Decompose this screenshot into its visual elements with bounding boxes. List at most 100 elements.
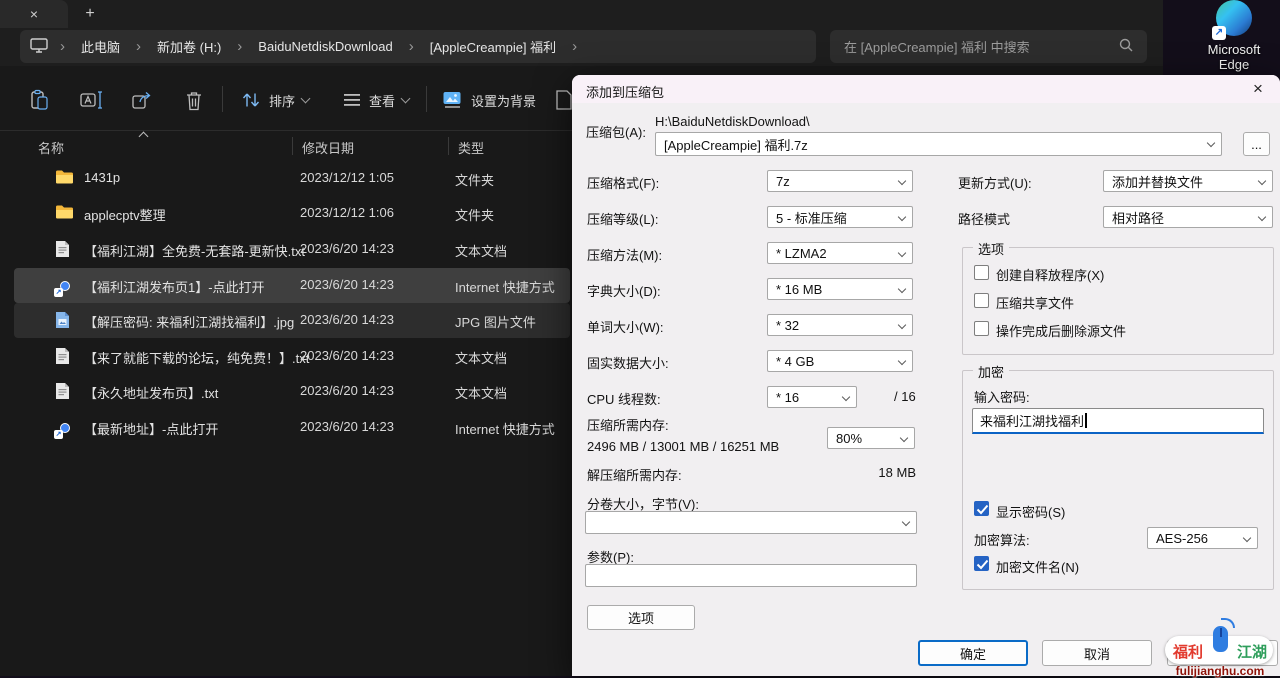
encryption-method-combobox[interactable]: AES-256 xyxy=(1147,527,1258,549)
solid-size-combobox[interactable]: * 4 GB xyxy=(767,350,913,372)
file-name: 【永久地址发布页】.txt xyxy=(84,383,218,402)
file-date: 2023/12/12 1:06 xyxy=(300,205,394,220)
compress-shared-checkbox[interactable] xyxy=(974,293,989,308)
encrypt-names-label: 加密文件名(N) xyxy=(996,557,1079,576)
memory-percent-combobox[interactable]: 80% xyxy=(827,427,915,449)
file-type: Internet 快捷方式 xyxy=(455,277,555,296)
text-caret xyxy=(1085,413,1087,428)
file-date: 2023/12/12 1:05 xyxy=(300,170,394,185)
file-row[interactable]: applecptv整理 2023/12/12 1:06 文件夹 xyxy=(14,196,570,231)
memory-percent-value: 80% xyxy=(836,431,862,446)
file-type: 文件夹 xyxy=(455,170,494,189)
file-row[interactable]: 【永久地址发布页】.txt 2023/6/20 14:23 文本文档 xyxy=(14,374,570,409)
new-tab-button[interactable]: + xyxy=(78,2,102,26)
breadcrumb-drive[interactable]: 新加卷 (H:) xyxy=(153,35,225,58)
update-mode-label: 更新方式(U): xyxy=(958,173,1032,192)
column-divider[interactable] xyxy=(292,137,293,155)
address-bar[interactable]: › 此电脑 › 新加卷 (H:) › BaiduNetdiskDownload … xyxy=(20,30,816,63)
column-header-type[interactable]: 类型 xyxy=(458,138,484,157)
folder-icon xyxy=(56,205,74,223)
file-type: JPG 图片文件 xyxy=(455,312,536,331)
level-label: 压缩等级(L): xyxy=(587,209,659,228)
update-mode-combobox[interactable]: 添加并替换文件 xyxy=(1103,170,1273,192)
path-mode-combobox[interactable]: 相对路径 xyxy=(1103,206,1273,228)
ok-button[interactable]: 确定 xyxy=(918,640,1028,666)
column-header-date[interactable]: 修改日期 xyxy=(302,138,354,157)
breadcrumb-folder[interactable]: BaiduNetdiskDownload xyxy=(254,37,396,56)
word-size-combobox[interactable]: * 32 xyxy=(767,314,913,336)
file-row-selected[interactable]: ↗ 【福利江湖发布页1】-点此打开 2023/6/20 14:23 Intern… xyxy=(14,268,570,303)
file-name: applecptv整理 xyxy=(84,205,166,224)
update-mode-value: 添加并替换文件 xyxy=(1112,172,1203,191)
this-pc-icon xyxy=(30,38,48,56)
cpu-threads-value: * 16 xyxy=(776,390,799,405)
fulijianghu-watermark: 福利 江湖 fulijianghu.com xyxy=(1163,618,1277,676)
text-file-icon xyxy=(56,383,74,401)
encryption-method-value: AES-256 xyxy=(1156,531,1208,546)
explorer-tab[interactable]: × xyxy=(0,0,68,28)
browse-button[interactable]: ... xyxy=(1243,132,1270,156)
dialog-close-icon[interactable]: × xyxy=(1244,78,1272,100)
password-input[interactable]: 来福利江湖找福利 xyxy=(972,408,1264,434)
parameters-input[interactable] xyxy=(585,564,917,587)
rename-button[interactable] xyxy=(80,86,104,114)
search-placeholder: 在 [AppleCreampie] 福利 中搜索 xyxy=(844,37,1030,56)
path-mode-label: 路径模式 xyxy=(958,209,1010,228)
share-button[interactable] xyxy=(132,86,154,114)
level-combobox[interactable]: 5 - 标准压缩 xyxy=(767,206,913,228)
dictionary-combobox[interactable]: * 16 MB xyxy=(767,278,913,300)
file-row-selected[interactable]: 【解压密码: 来福利江湖找福利】.jpg 2023/6/20 14:23 JPG… xyxy=(14,303,570,338)
watermark-text-fuli: 福利 xyxy=(1173,641,1203,662)
memory-usage-label: 压缩所需内存: xyxy=(587,415,669,434)
file-date: 2023/6/20 14:23 xyxy=(300,312,394,327)
create-sfx-label: 创建自释放程序(X) xyxy=(996,265,1104,284)
sort-button[interactable]: 排序 xyxy=(240,86,309,114)
search-box[interactable]: 在 [AppleCreampie] 福利 中搜索 xyxy=(830,30,1147,63)
show-password-checkbox[interactable] xyxy=(974,501,989,516)
format-combobox[interactable]: 7z xyxy=(767,170,913,192)
chevron-down-icon xyxy=(301,93,311,103)
create-sfx-checkbox[interactable] xyxy=(974,265,989,280)
encrypt-names-checkbox[interactable] xyxy=(974,556,989,571)
file-row[interactable]: 【来了就能下载的论坛，纯免费！】.txt 2023/6/20 14:23 文本文… xyxy=(14,339,570,374)
file-row[interactable]: 1431p 2023/12/12 1:05 文件夹 xyxy=(14,161,570,196)
column-header-name[interactable]: 名称 xyxy=(38,138,64,157)
column-divider[interactable] xyxy=(448,137,449,155)
encryption-group-title: 加密 xyxy=(973,362,1009,381)
cpu-threads-combobox[interactable]: * 16 xyxy=(767,386,857,408)
delete-after-checkbox[interactable] xyxy=(974,321,989,336)
view-button[interactable]: 查看 xyxy=(342,86,409,114)
file-row[interactable]: ↗ 【最新地址】-点此打开 2023/6/20 14:23 Internet 快… xyxy=(14,410,570,445)
file-type: 文本文档 xyxy=(455,383,507,402)
file-name: 【最新地址】-点此打开 xyxy=(84,419,218,438)
compress-shared-label: 压缩共享文件 xyxy=(996,293,1074,312)
cancel-button[interactable]: 取消 xyxy=(1042,640,1152,666)
view-label: 查看 xyxy=(369,91,395,110)
file-type: 文本文档 xyxy=(455,348,507,367)
cpu-threads-max: / 16 xyxy=(894,389,916,404)
chevron-down-icon xyxy=(401,93,411,103)
archive-name-combobox[interactable]: [AppleCreampie] 福利.7z xyxy=(655,132,1222,156)
paste-button[interactable] xyxy=(28,86,50,114)
delete-button[interactable] xyxy=(184,86,204,114)
file-row[interactable]: 【福利江湖】全免费-无套路-更新快.txt 2023/6/20 14:23 文本… xyxy=(14,232,570,267)
sort-ascending-icon xyxy=(139,132,149,142)
options-button[interactable]: 选项 xyxy=(587,605,695,630)
view-icon xyxy=(342,91,362,109)
breadcrumb-current-folder[interactable]: [AppleCreampie] 福利 xyxy=(426,35,560,58)
volume-size-combobox[interactable] xyxy=(585,511,917,534)
file-type: 文件夹 xyxy=(455,205,494,224)
archive-name-value: [AppleCreampie] 福利.7z xyxy=(664,135,808,154)
file-name: 【福利江湖】全免费-无套路-更新快.txt xyxy=(84,241,305,260)
search-icon xyxy=(1119,38,1133,55)
desktop-shortcut-edge[interactable]: ↗ Microsoft Edge xyxy=(1196,0,1272,72)
more-options-button[interactable] xyxy=(556,86,572,114)
edge-shortcut-label: Microsoft Edge xyxy=(1196,42,1272,72)
breadcrumb-this-pc[interactable]: 此电脑 xyxy=(77,35,124,58)
word-size-label: 单词大小(W): xyxy=(587,317,664,336)
tab-close-icon[interactable]: × xyxy=(30,7,38,21)
cpu-threads-label: CPU 线程数: xyxy=(587,389,661,408)
set-background-button[interactable]: 设置为背景 xyxy=(442,86,536,114)
method-combobox[interactable]: * LZMA2 xyxy=(767,242,913,264)
chevron-right-icon: › xyxy=(407,38,416,55)
